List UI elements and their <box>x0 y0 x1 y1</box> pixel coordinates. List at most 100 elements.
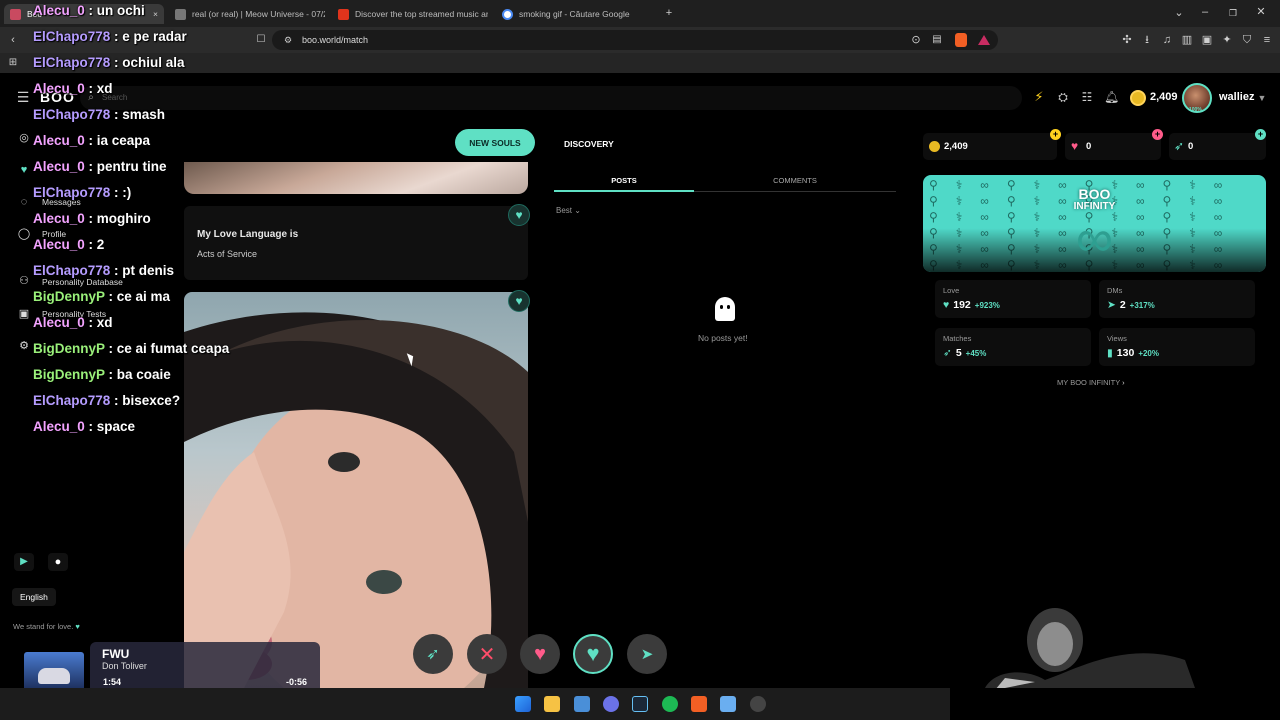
vpn-icon[interactable]: ⛉ <box>1240 33 1254 47</box>
tab-comments[interactable]: COMMENTS <box>694 176 896 192</box>
like-prompt-button[interactable]: ♥ <box>508 204 530 226</box>
profile-icon[interactable]: ◯ <box>17 227 31 241</box>
like-photo-button[interactable]: ♥ <box>508 290 530 312</box>
new-tab-icon[interactable]: + <box>662 6 676 20</box>
address-bar[interactable]: boo.world/match <box>272 30 998 50</box>
tab-music[interactable]: Discover the top streamed music and <box>338 4 488 24</box>
messages-icon[interactable]: ◌ <box>17 195 31 209</box>
google-play-icon[interactable]: ▶ <box>14 553 34 571</box>
language-select[interactable]: English <box>12 588 56 606</box>
database-icon[interactable]: ⚇ <box>17 274 31 288</box>
sidebar-toggle-icon[interactable]: ▥ <box>1180 33 1194 47</box>
close-icon: ✕ <box>478 643 496 666</box>
banner-title: BOO <box>1078 186 1111 202</box>
chat-text: : :) <box>110 185 132 200</box>
sort-dropdown[interactable]: Best ⌄ <box>556 206 581 215</box>
chat-username: Alecu_0 <box>33 211 85 226</box>
chat-message: ElChapo778 : ochiul ala <box>33 54 185 71</box>
coin-icon <box>929 141 940 152</box>
apple-icon[interactable]: ● <box>48 553 68 571</box>
boost-lightning-icon[interactable]: ⚡ <box>1032 90 1046 104</box>
chat-message: ElChapo778 : :) <box>33 184 131 201</box>
super-like-button[interactable]: ♥ <box>520 634 560 674</box>
add-coins-icon[interactable]: + <box>1050 129 1061 140</box>
tab-posts[interactable]: POSTS <box>554 176 694 192</box>
minimize-icon[interactable]: – <box>1198 5 1212 19</box>
maximize-icon[interactable]: ❐ <box>1226 6 1240 20</box>
brave-icon[interactable] <box>691 696 707 712</box>
send-dm-button[interactable]: ➤ <box>627 634 667 674</box>
brave-shield-icon[interactable] <box>955 33 967 47</box>
photos-icon[interactable] <box>574 696 590 712</box>
chat-username: Alecu_0 <box>33 315 85 330</box>
notifications-bell-icon[interactable]: 🔔︎ <box>1104 90 1119 104</box>
extensions-icon[interactable]: ✣ <box>1120 33 1134 47</box>
chevron-down-icon[interactable]: ▼ <box>1255 91 1269 105</box>
apps-grid-icon[interactable]: ⊞ <box>6 56 20 70</box>
chat-text: : xd <box>84 315 113 330</box>
translate-icon[interactable]: ⛭ <box>1056 90 1070 104</box>
boo-favicon-icon <box>10 8 21 20</box>
hearts-box[interactable] <box>1065 133 1161 160</box>
obs-icon[interactable] <box>750 696 766 712</box>
pass-button[interactable]: ✕ <box>467 634 507 674</box>
bookmark-icon[interactable]: ☐ <box>254 33 268 47</box>
wallet-icon[interactable]: ▣ <box>1200 33 1214 47</box>
boost-button[interactable]: ➶ <box>413 634 453 674</box>
site-info-icon[interactable]: ⚙ <box>281 33 295 47</box>
love-language-label: My Love Language is <box>197 229 298 240</box>
heart-icon[interactable]: ♥ <box>17 163 31 177</box>
chat-text: : e pe radar <box>110 29 187 44</box>
close-tab-icon[interactable]: × <box>153 9 158 19</box>
stat-label: Views <box>1107 334 1127 343</box>
menu-icon[interactable]: ≡ <box>1260 33 1274 47</box>
windows-start-icon[interactable] <box>515 696 531 712</box>
chat-username: ElChapo778 <box>33 185 111 200</box>
steam-icon[interactable] <box>632 696 648 712</box>
spotify-icon[interactable] <box>662 696 678 712</box>
brave-rewards-icon[interactable] <box>978 35 990 45</box>
boo-infinity-banner[interactable]: ⚲⚕∞⚲⚕∞⚲⚕∞⚲⚕∞⚲⚕∞⚲⚕∞⚲⚕∞⚲⚕∞⚲⚕∞⚲⚕∞⚲⚕∞⚲⚕∞⚲⚕∞⚲… <box>923 175 1266 272</box>
chat-text: : moghiro <box>84 211 151 226</box>
chat-message: Alecu_0 : un ochi <box>33 2 145 19</box>
discord-icon[interactable] <box>603 696 619 712</box>
webcam-figure <box>985 608 1195 688</box>
chat-message: BigDennyP : ce ai ma <box>33 288 170 305</box>
add-hearts-icon[interactable]: + <box>1152 129 1163 140</box>
settings-icon[interactable]: ⚙ <box>17 339 31 353</box>
username[interactable]: walliez <box>1219 91 1254 103</box>
panel-coin-count: 2,409 <box>944 141 968 152</box>
chat-username: ElChapo778 <box>33 393 111 408</box>
planet-icon[interactable]: ◎ <box>17 131 31 145</box>
close-window-icon[interactable]: ✕ <box>1254 5 1268 19</box>
app-icon[interactable] <box>720 696 736 712</box>
paper-plane-icon: ➤ <box>640 646 654 663</box>
search-input[interactable] <box>80 86 1022 110</box>
tab-meow[interactable]: real (or real) | Meow Universe - 07/23 <box>175 4 325 24</box>
add-boosts-icon[interactable]: + <box>1255 129 1266 140</box>
reader-icon[interactable]: ▤ <box>930 33 944 47</box>
tab-list-icon[interactable]: ⌄ <box>1172 6 1186 20</box>
media-icon[interactable]: ♫ <box>1160 33 1174 47</box>
leo-ai-icon[interactable]: ✦ <box>1220 33 1234 47</box>
location-icon[interactable]: ⊙ <box>909 33 923 47</box>
like-button[interactable]: ♥ <box>573 634 613 674</box>
pink-heart-icon: ♥ <box>1071 139 1079 153</box>
music-favicon-icon <box>338 8 349 20</box>
file-explorer-icon[interactable] <box>544 696 560 712</box>
boosts-count: 0 <box>1188 141 1194 152</box>
chat-message: Alecu_0 : pentru tine <box>33 158 167 175</box>
profile-photo-main <box>184 292 528 688</box>
download-icon[interactable]: ⭳ <box>1140 33 1154 47</box>
filter-sliders-icon[interactable]: ☷ <box>1080 90 1094 104</box>
tests-icon[interactable]: ▣ <box>17 307 31 321</box>
chat-username: ElChapo778 <box>33 263 111 278</box>
my-boo-infinity-link[interactable]: MY BOO INFINITY › <box>1057 378 1125 387</box>
tab-title: real (or real) | Meow Universe - 07/23 <box>192 9 325 19</box>
chat-username: Alecu_0 <box>33 133 85 148</box>
back-icon[interactable]: ‹ <box>6 33 20 47</box>
chat-username: Alecu_0 <box>33 159 85 174</box>
new-souls-button[interactable]: NEW SOULS <box>455 129 535 156</box>
hamburger-menu-icon[interactable]: ☰ <box>16 90 30 104</box>
tab-google[interactable]: smoking gif - Căutare Google <box>502 4 652 24</box>
